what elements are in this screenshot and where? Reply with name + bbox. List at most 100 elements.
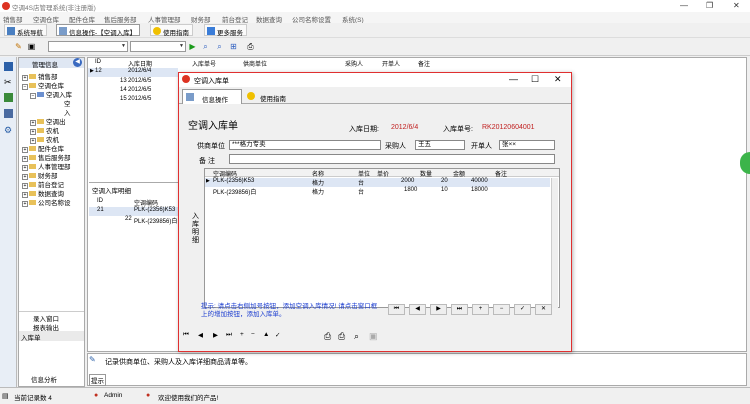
detail-col-code[interactable]: 空调编码 (134, 198, 158, 207)
dlg-next-icon[interactable]: ▶ (213, 331, 218, 339)
col-buyer[interactable]: 采购人 (345, 59, 363, 68)
run-icon[interactable]: ▶ (188, 42, 197, 51)
dlg-add-icon[interactable]: + (240, 331, 244, 338)
col-date[interactable]: 入库日期 (128, 59, 152, 68)
info-analysis-label[interactable]: 信息分析 (31, 374, 57, 384)
dlg-prev-icon[interactable]: ◀ (198, 331, 203, 339)
nav-button[interactable]: 系统导航 (4, 24, 47, 37)
help-icon (247, 92, 255, 100)
module-icon[interactable] (4, 62, 13, 71)
print-preview-icon[interactable]: ⎙ (338, 331, 345, 342)
monitor-icon[interactable] (4, 109, 13, 118)
col-id[interactable]: ID (95, 59, 101, 65)
filter-icon[interactable]: ⊞ (229, 42, 238, 51)
guide-button[interactable]: 使用指南 (150, 24, 193, 37)
remark-label: 备 注 (199, 158, 215, 165)
no-label: 入库单号: (443, 126, 473, 133)
dialog-tabs: 信息操作 使用指南 (179, 88, 571, 104)
col-name[interactable]: 名称 (312, 169, 324, 178)
maximize-icon[interactable]: ❐ (706, 1, 713, 10)
col-supplier[interactable]: 供商单位 (243, 59, 267, 68)
edit-icon[interactable]: ✎ (14, 42, 23, 51)
inbound-dialog: 空调入库单 — ☐ ✕ 信息操作 使用指南 空调入库单 入库日期: 2012/6… (178, 72, 572, 352)
grid-scrollbar[interactable] (551, 178, 558, 308)
main-toolbar: ✎ ▣ ▶ ⌕ ⌕ ⊞ ⎙ (0, 38, 750, 56)
table-row[interactable]: PLK-(239856)白 格力 台 1800 10 18000 (205, 187, 550, 196)
dialog-title-bar: 空调入库单 — ☐ ✕ (179, 73, 571, 87)
first-record-icon[interactable]: ⏮ (388, 304, 405, 315)
field-select[interactable] (48, 41, 128, 52)
dialog-minimize-icon[interactable]: — (509, 74, 518, 84)
dlg-up-icon[interactable]: ▲ (263, 331, 269, 338)
tools-icon[interactable]: ✂ (4, 77, 12, 88)
supplier-field[interactable]: ***格力专卖 (229, 140, 381, 150)
add-row-icon[interactable]: + (472, 304, 489, 315)
report-icon[interactable] (4, 93, 13, 102)
table-row[interactable]: ▶ PLK-(2356)K53 格力 台 2000 20 40000 (205, 178, 550, 187)
tab-guide[interactable]: 使用指南 (244, 89, 299, 103)
title-bar: 空调4S店管理系统(非注册版) — ❐ ✕ (0, 0, 750, 12)
col-note[interactable]: 备注 (495, 169, 507, 178)
menu-bar: 销售部 空调仓库 配件仓库 售后服务部 人事管理部 财务部 前台登记 数据查询 … (0, 12, 750, 24)
dialog-close-icon[interactable]: ✕ (554, 74, 562, 85)
left-tree-panel: 管理信息 ◀ + 销售部 − 空调仓库 − 空调入库 空 入 + 空调出 + 农机 + 农机… (18, 57, 85, 387)
save-icon[interactable]: ▣ (27, 42, 36, 51)
more-services-button[interactable]: 更多服务 (204, 24, 247, 37)
value-select[interactable] (130, 41, 186, 52)
table-row[interactable]: ▶ 12 2012/6/4 (88, 68, 178, 77)
dlg-last-icon[interactable]: ⏭ (226, 331, 232, 339)
print-icon[interactable]: ⎙ (246, 42, 255, 51)
col-ac-code[interactable]: 空调编码 (213, 169, 237, 178)
preview-icon[interactable]: ⌕ (354, 331, 359, 342)
col-qty[interactable]: 数量 (420, 169, 432, 178)
creator-field[interactable]: 张×× (499, 140, 555, 150)
cancel-icon[interactable]: ✕ (535, 304, 552, 315)
tab-info-operation[interactable]: 信息操作-【空调入库】 (56, 24, 141, 37)
dlg-first-icon[interactable]: ⏮ (183, 331, 189, 339)
last-record-icon[interactable]: ⏭ (451, 304, 468, 315)
tab-info[interactable]: 信息操作 (182, 89, 242, 104)
table-row[interactable]: 21 PLK-(2356)K53 (89, 207, 178, 216)
inbound-list-item[interactable]: 入库单 (19, 331, 84, 342)
entry-window-item[interactable]: 录入窗口 (19, 311, 84, 323)
collapse-icon[interactable]: ◀ (73, 58, 82, 67)
col-no[interactable]: 入库单号 (192, 59, 216, 68)
dlg-delete-icon[interactable]: − (251, 331, 255, 338)
user-name: Admin (104, 392, 123, 399)
detail-grid: 空调入库明细 ID 空调编码 21 PLK-(2356)K53 22 PLK-(… (89, 182, 178, 292)
next-record-icon[interactable]: ▶ (430, 304, 447, 315)
prev-record-icon[interactable]: ◀ (409, 304, 426, 315)
tree-node-company[interactable]: + 公司名称设 (22, 197, 71, 207)
supplier-label: 供商单位 (197, 143, 225, 150)
app-logo-icon (2, 2, 10, 10)
col-price[interactable]: 单价 (377, 169, 389, 178)
hint-text: 提示: 请点击右侧加号按钮，添加空调入库情况! 请点击窗口框上的增加按钮，添加入… (201, 303, 378, 318)
report-output-item[interactable]: 报表输出 (19, 321, 84, 332)
col-creator[interactable]: 开单人 (382, 59, 400, 68)
search-all-icon[interactable]: ⌕ (215, 42, 224, 51)
dialog-maximize-icon[interactable]: ☐ (531, 74, 539, 85)
no-value[interactable]: RK20120604001 (482, 124, 535, 131)
close-icon[interactable]: ✕ (733, 1, 740, 10)
welcome-text: 欢迎使用我们的产品! (158, 395, 219, 402)
detail-col-id[interactable]: ID (97, 198, 103, 204)
export-icon[interactable]: ▣ (369, 331, 378, 342)
col-remark[interactable]: 备注 (418, 59, 430, 68)
settings-icon[interactable]: ⚙ (4, 125, 12, 136)
minimize-icon[interactable]: — (680, 1, 688, 10)
left-panel-title: 管理信息 (32, 62, 58, 69)
col-unit[interactable]: 单位 (358, 169, 370, 178)
remark-field[interactable] (229, 154, 555, 164)
print-icon[interactable]: ⎙ (324, 331, 331, 342)
confirm-icon[interactable]: ✓ (514, 304, 531, 315)
delete-row-icon[interactable]: − (493, 304, 510, 315)
search-icon[interactable]: ⌕ (201, 42, 210, 51)
nav-icon (7, 27, 15, 35)
dlg-confirm-icon[interactable]: ✓ (275, 331, 280, 339)
user-icon: ● (94, 392, 99, 399)
buyer-field[interactable]: 王五 (415, 140, 465, 150)
hint-tab[interactable]: 提示 (89, 374, 106, 386)
detail-grid-title: 空调入库明细 (92, 188, 131, 195)
date-value[interactable]: 2012/6/4 (391, 124, 418, 131)
col-amount[interactable]: 金额 (453, 169, 465, 178)
